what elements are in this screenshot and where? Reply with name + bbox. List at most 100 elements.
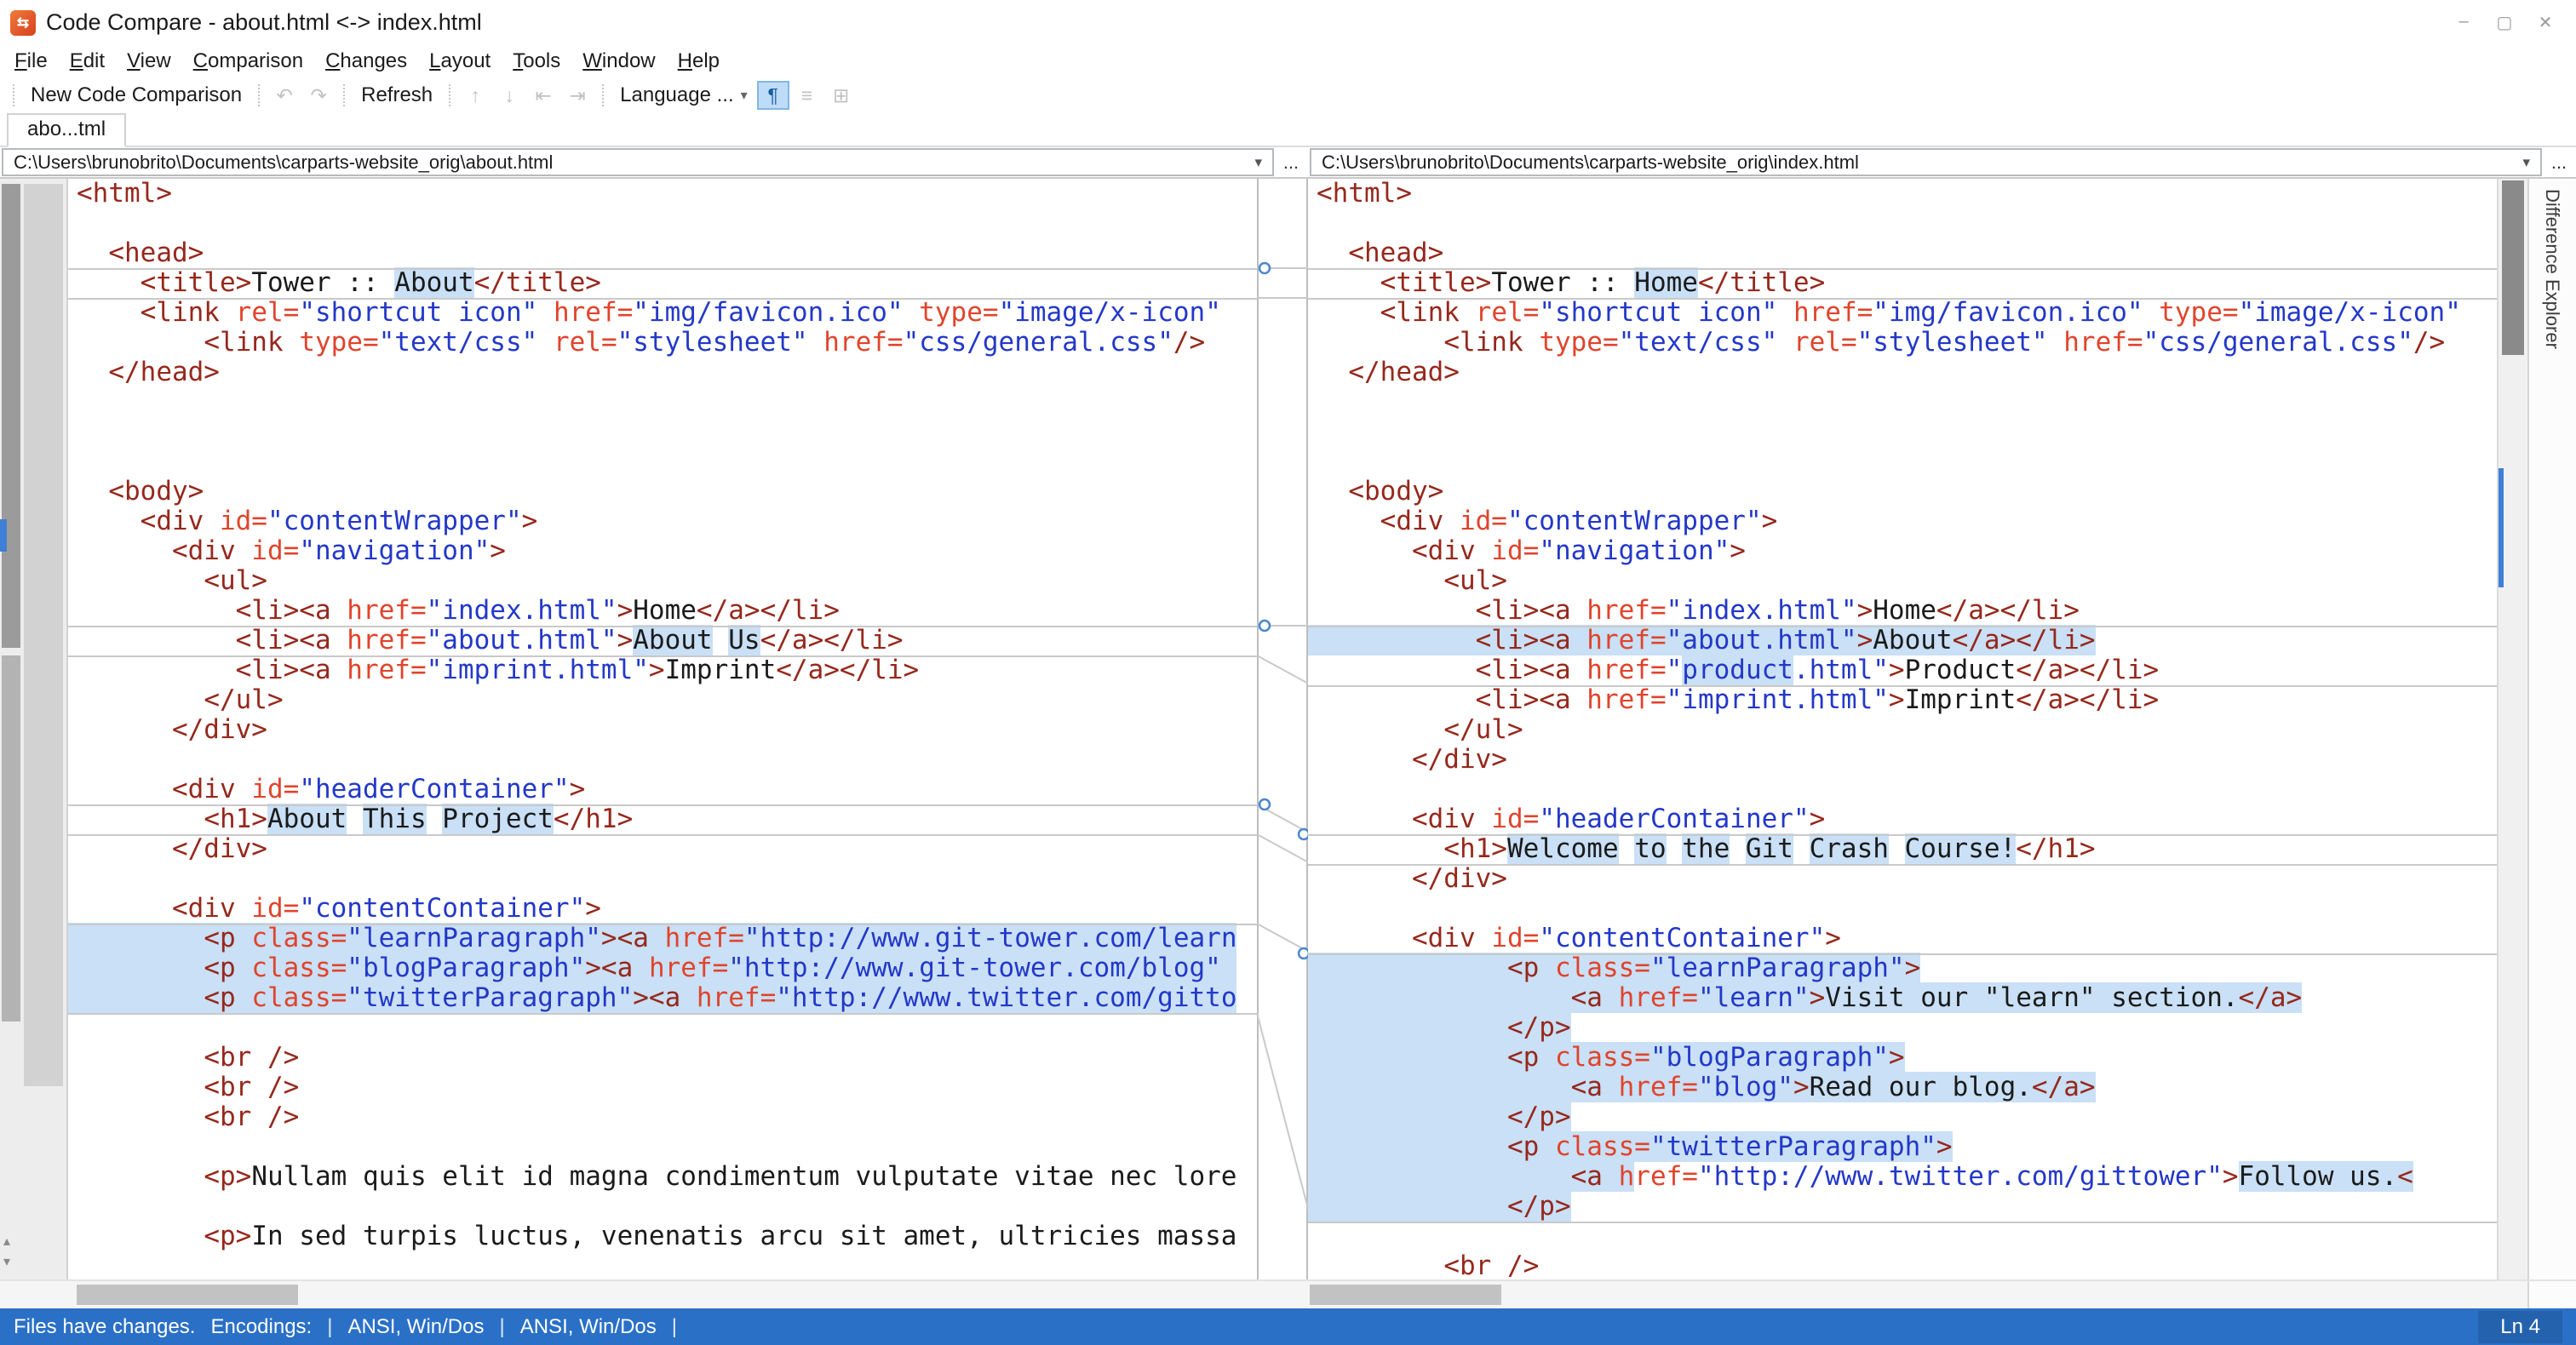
refresh-button[interactable]: Refresh [353,82,441,109]
first-difference-icon[interactable]: ⇤ [527,81,559,110]
code-line[interactable]: <br /> [77,1102,1257,1132]
code-line[interactable]: </head> [1317,358,2497,387]
right-editor-pane[interactable]: <html> <head> <title>Tower :: Home</titl… [1308,179,2497,1279]
menu-item-changes[interactable]: Changes [314,49,418,73]
vertical-scrollbar-thumb[interactable] [2502,180,2524,355]
code-line[interactable] [77,1192,1257,1222]
code-line[interactable] [77,447,1257,477]
code-line[interactable]: <div id="headerContainer"> [1317,804,2497,834]
code-line[interactable]: <p class="blogParagraph"><a href="http:/… [77,953,1257,983]
left-code-area[interactable]: <html> <head> <title>Tower :: About</tit… [68,179,1257,1251]
close-button[interactable]: ✕ [2525,12,2566,33]
code-line[interactable]: <p class="blogParagraph"> [1317,1042,2497,1073]
code-line[interactable]: <br /> [1317,1251,2497,1280]
code-line[interactable] [1317,387,2497,417]
code-line[interactable]: <li><a href="index.html">Home</a></li> [1317,596,2497,626]
next-difference-icon[interactable]: ↓ [493,81,525,110]
undo-icon[interactable]: ↶ [268,81,301,110]
right-horizontal-scrollbar[interactable] [1308,1281,2497,1308]
code-line[interactable]: <html> [77,179,1257,209]
code-line[interactable]: </div> [77,715,1257,745]
menu-item-file[interactable]: File [3,49,59,73]
left-browse-button[interactable]: ... [1274,152,1308,174]
menu-item-comparison[interactable]: Comparison [182,49,314,73]
right-code-area[interactable]: <html> <head> <title>Tower :: Home</titl… [1308,179,2497,1279]
diff-splitter[interactable] [1256,179,1312,1279]
code-line[interactable]: <li><a href="about.html">About</a></li> [1317,625,2497,655]
menu-item-window[interactable]: Window [571,49,666,73]
code-line[interactable]: <div id="contentContainer"> [77,894,1257,924]
code-line[interactable]: <li><a href="imprint.html">Imprint</a></… [1317,685,2497,715]
code-line[interactable] [1317,447,2497,477]
menu-item-layout[interactable]: Layout [418,49,502,73]
menu-item-edit[interactable]: Edit [59,49,116,73]
right-horizontal-scrollbar-thumb[interactable] [1310,1285,1501,1305]
code-line[interactable]: </div> [1317,745,2497,775]
overview-scroll-down-icon[interactable]: ▾ [3,1253,10,1270]
show-whitespace-icon[interactable]: ¶ [756,81,789,110]
minimize-button[interactable]: – [2443,12,2484,33]
code-line[interactable] [77,864,1257,894]
left-file-path-combo[interactable]: C:\Users\brunobrito\Documents\carparts-w… [2,148,1274,176]
difference-explorer-tab[interactable]: Difference Explorer [2527,179,2576,1279]
left-horizontal-scrollbar[interactable] [68,1281,1308,1308]
code-line[interactable]: <body> [1317,477,2497,507]
menu-item-help[interactable]: Help [667,49,731,73]
code-line[interactable]: <p class="learnParagraph"> [1317,953,2497,983]
code-line[interactable] [1317,1222,2497,1251]
overview-scroll-up-icon[interactable]: ▴ [3,1233,10,1250]
copy-change-button[interactable] [1258,619,1271,632]
structure-comparison-icon[interactable]: ⊞ [825,81,858,110]
code-line[interactable]: <div id="contentWrapper"> [77,507,1257,536]
code-line[interactable]: <html> [1317,179,2497,209]
code-line[interactable]: <ul> [1317,566,2497,596]
code-line[interactable]: </head> [77,358,1257,387]
code-line[interactable]: <title>Tower :: Home</title> [1317,267,2497,298]
code-line[interactable]: <a href="blog">Read our blog.</a> [1317,1072,2497,1102]
code-line[interactable]: </p> [1317,1191,2497,1222]
document-tab[interactable]: abo...tml [7,113,127,147]
code-line[interactable] [77,417,1257,447]
redo-icon[interactable]: ↷ [302,81,335,110]
previous-difference-icon[interactable]: ↑ [459,81,491,110]
left-horizontal-scrollbar-thumb[interactable] [77,1285,298,1305]
code-line[interactable] [1317,894,2497,924]
code-line[interactable] [77,1013,1257,1043]
code-line[interactable]: <a href="http://www.twitter.com/gittower… [1317,1161,2497,1192]
chevron-down-icon[interactable]: ▾ [2514,154,2530,171]
code-line[interactable]: <h1>Welcome to the Git Crash Course!</h1… [1317,833,2497,864]
code-line[interactable]: <a href="learn">Visit our "learn" sectio… [1317,982,2497,1013]
code-line[interactable]: </ul> [77,685,1257,715]
copy-change-button[interactable] [1258,261,1271,275]
diff-overview-strip[interactable]: ▴ ▾ [0,179,68,1279]
menu-item-view[interactable]: View [116,49,182,73]
code-line[interactable]: <li><a href="about.html">About Us</a></l… [77,625,1257,655]
copy-change-button[interactable] [1258,798,1271,811]
code-line[interactable]: <head> [77,238,1257,268]
code-line[interactable]: <div id="headerContainer"> [77,775,1257,804]
language-selector[interactable]: Language ... ▾ [611,82,755,109]
code-line[interactable]: <br /> [77,1073,1257,1102]
code-line[interactable]: <br /> [77,1043,1257,1073]
code-line[interactable]: <div id="navigation"> [77,536,1257,566]
code-line[interactable] [1317,209,2497,238]
vertical-scrollbar[interactable] [2497,179,2527,1279]
code-line[interactable]: <h1>About This Project</h1> [77,804,1257,834]
left-editor-pane[interactable]: <html> <head> <title>Tower :: About</tit… [68,179,1257,1279]
code-line[interactable]: <title>Tower :: About</title> [77,267,1257,298]
code-line[interactable]: </p> [1317,1102,2497,1132]
code-line[interactable]: <li><a href="index.html">Home</a></li> [77,596,1257,626]
code-line[interactable]: <head> [1317,238,2497,268]
code-line[interactable] [1317,775,2497,804]
right-file-path-combo[interactable]: C:\Users\brunobrito\Documents\carparts-w… [1310,148,2542,176]
code-line[interactable]: <div id="contentWrapper"> [1317,507,2497,536]
code-line[interactable]: </p> [1317,1012,2497,1043]
code-line[interactable] [1317,417,2497,447]
code-line[interactable]: <ul> [77,566,1257,596]
code-line[interactable]: <link type="text/css" rel="stylesheet" h… [77,328,1257,358]
code-line[interactable] [77,1132,1257,1162]
right-browse-button[interactable]: ... [2542,152,2576,174]
code-line[interactable]: <p class="twitterParagraph"><a href="htt… [77,982,1257,1013]
code-line[interactable]: <li><a href="imprint.html">Imprint</a></… [77,655,1257,685]
code-line[interactable]: </div> [77,834,1257,864]
